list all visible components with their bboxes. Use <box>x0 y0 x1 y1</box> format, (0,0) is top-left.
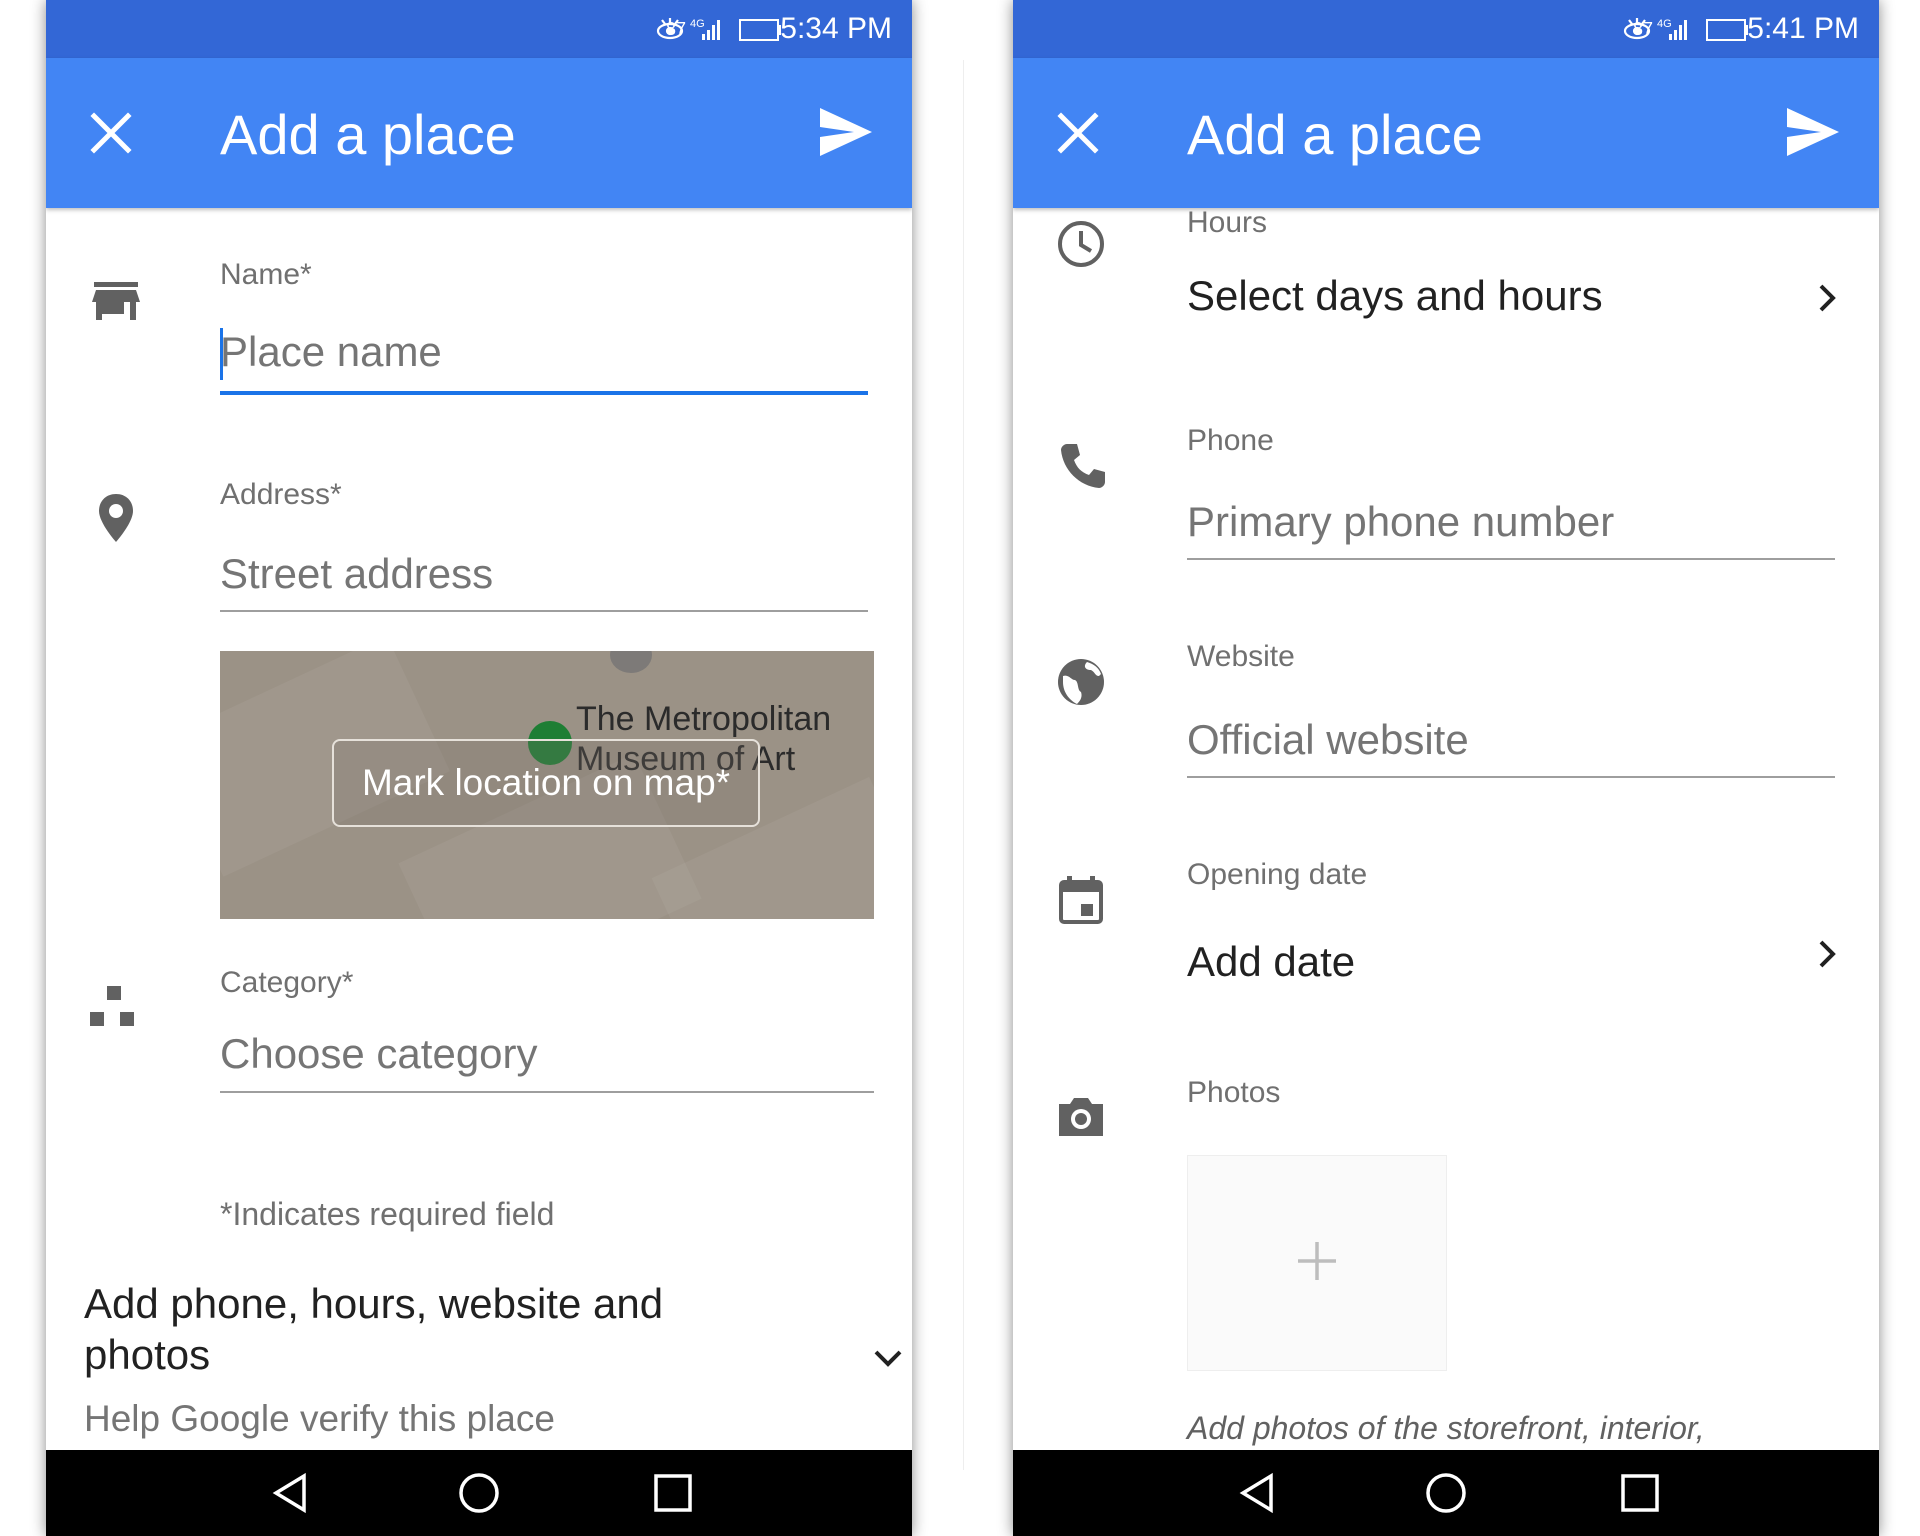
website-underline <box>1187 776 1835 778</box>
svg-text:4G: 4G <box>690 18 705 30</box>
right-screen: 4G 87 5:41 PM Add a place Hours Select d… <box>1013 0 1879 1536</box>
phone-label: Phone <box>1187 424 1274 457</box>
close-icon[interactable] <box>1053 108 1103 158</box>
website-input[interactable]: Official website <box>1187 716 1469 764</box>
form-content: Name* Place name Address* Street address… <box>46 208 912 1450</box>
opening-date-label: Opening date <box>1187 858 1368 891</box>
hours-label: Hours <box>1187 208 1268 239</box>
opening-date-value: Add date <box>1187 938 1356 985</box>
recents-icon[interactable] <box>650 1470 696 1516</box>
close-icon[interactable] <box>86 108 136 158</box>
calendar-icon <box>1059 876 1103 924</box>
hours-value: Select days and hours <box>1187 272 1603 319</box>
expand-title: Add phone, hours, website and photos <box>84 1280 664 1378</box>
website-label: Website <box>1187 640 1295 673</box>
name-label: Name* <box>220 258 312 291</box>
page-title: Add a place <box>1187 103 1483 166</box>
phone-input[interactable]: Primary phone number <box>1187 498 1614 546</box>
chevron-down-icon[interactable] <box>870 1344 906 1374</box>
navigation-bar <box>46 1450 912 1536</box>
status-bar: 4G 87 5:41 PM <box>1013 0 1879 58</box>
category-label: Category* <box>220 966 354 999</box>
status-time: 5:41 PM <box>1747 12 1859 45</box>
send-icon[interactable] <box>816 104 874 160</box>
send-icon[interactable] <box>1783 104 1841 160</box>
photos-hint: Add photos of the storefront, interior, <box>1187 1410 1705 1446</box>
chevron-right-icon <box>1819 284 1836 312</box>
plus-icon <box>1298 1242 1336 1280</box>
hours-selector[interactable]: Select days and hours <box>1187 272 1847 336</box>
back-icon[interactable] <box>268 1470 314 1516</box>
expand-details-section[interactable]: Add phone, hours, website and photos Hel… <box>84 1278 902 1448</box>
clock-icon <box>1058 221 1104 267</box>
navigation-bar <box>1013 1450 1879 1536</box>
globe-icon <box>1058 659 1104 705</box>
mark-location-button[interactable]: Mark location on map* <box>332 739 760 827</box>
battery-level: 87 <box>1632 19 1653 39</box>
phone-icon <box>1061 444 1105 488</box>
home-icon[interactable] <box>1423 1470 1469 1516</box>
chevron-right-icon <box>1819 940 1836 968</box>
phone-underline <box>1187 558 1835 560</box>
category-underline <box>220 1091 874 1093</box>
home-icon[interactable] <box>456 1470 502 1516</box>
address-input[interactable]: Street address <box>220 550 493 598</box>
name-underline <box>220 391 868 395</box>
page-title: Add a place <box>220 103 516 166</box>
photos-label: Photos <box>1187 1076 1281 1109</box>
opening-date-selector[interactable]: Add date <box>1187 938 1847 1002</box>
name-input[interactable]: Place name <box>220 328 442 376</box>
add-photo-button[interactable] <box>1187 1155 1447 1371</box>
back-icon[interactable] <box>1235 1470 1281 1516</box>
map-preview[interactable]: The Metropolitan Museum of Art Mark loca… <box>220 651 874 919</box>
battery-level: 87 <box>665 19 686 39</box>
app-bar: Add a place <box>46 58 912 208</box>
category-icon <box>90 986 134 1026</box>
svg-text:4G: 4G <box>1657 18 1672 30</box>
store-icon <box>92 282 140 320</box>
app-bar: Add a place <box>1013 58 1879 208</box>
left-screen: 4G 87 5:34 PM Add a place Name* Place na… <box>46 0 912 1536</box>
screens-divider <box>963 60 964 1470</box>
required-field-note: *Indicates required field <box>220 1196 555 1232</box>
address-label: Address* <box>220 478 342 511</box>
text-cursor <box>220 328 223 380</box>
status-time: 5:34 PM <box>780 12 892 45</box>
location-pin-icon <box>99 494 133 542</box>
form-content: Hours Select days and hours Phone Primar… <box>1013 208 1879 1450</box>
expand-subtitle: Help Google verify this place <box>84 1398 555 1439</box>
map-poi-marker <box>610 651 652 673</box>
recents-icon[interactable] <box>1617 1470 1663 1516</box>
category-input[interactable]: Choose category <box>220 1030 538 1078</box>
address-underline <box>220 610 868 612</box>
status-bar: 4G 87 5:34 PM <box>46 0 912 58</box>
camera-icon <box>1059 1098 1103 1136</box>
